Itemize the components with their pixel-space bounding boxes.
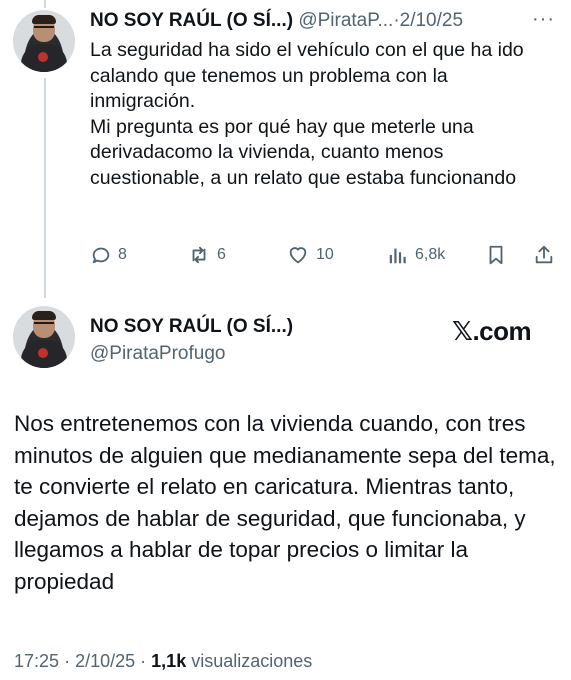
more-options-icon[interactable]: ··· — [532, 8, 555, 31]
tweet-paragraph: Mi pregunta es por qué hay que meterle u… — [90, 115, 517, 189]
author-handle[interactable]: @PirataProfugo — [90, 343, 225, 365]
views-count: 1,1k — [151, 651, 187, 671]
share-button[interactable] — [533, 244, 555, 266]
separator: · — [64, 651, 71, 671]
repost-button[interactable]: 6 — [187, 244, 226, 266]
author-name[interactable]: NO SOY RAÚL (O SÍ...) — [90, 316, 293, 338]
tweet-actions: 8 6 10 6,8k — [90, 244, 560, 272]
tweet-header: NO SOY RAÚL (O SÍ...) @PirataP...·2/10/2… — [90, 10, 463, 32]
avatar[interactable] — [13, 10, 75, 72]
views-count: 6,8k — [415, 246, 446, 263]
views-label: visualizaciones — [191, 651, 313, 671]
bookmark-icon — [489, 245, 503, 265]
repost-icon — [192, 246, 206, 264]
like-count: 10 — [316, 246, 334, 263]
share-icon — [535, 245, 553, 264]
separator: · — [140, 651, 147, 671]
author-name[interactable]: NO SOY RAÚL (O SÍ...) — [90, 10, 293, 31]
tweet-meta: 17:25 · 2/10/25 · 1,1k visualizaciones — [14, 651, 312, 672]
author-handle[interactable]: @PirataP... — [298, 10, 393, 31]
tweet-date[interactable]: 2/10/25 — [75, 651, 135, 671]
like-icon — [289, 247, 307, 264]
tweet-date[interactable]: 2/10/25 — [400, 10, 463, 31]
views-icon — [389, 248, 406, 264]
like-button[interactable]: 10 — [286, 244, 334, 266]
bookmark-button[interactable] — [485, 244, 507, 266]
tweet-time[interactable]: 17:25 — [14, 651, 59, 671]
tweet-text: Nos entretenemos con la vivienda cuando,… — [14, 411, 556, 594]
tweet-paragraph: La seguridad ha sido el vehículo con el … — [90, 39, 524, 112]
avatar[interactable] — [13, 306, 75, 368]
repost-count: 6 — [217, 246, 226, 263]
tweet-text: La seguridad ha sido el vehículo con el … — [90, 38, 555, 191]
views-button[interactable]: 6,8k — [387, 244, 445, 266]
reply-count: 8 — [118, 246, 127, 263]
x-logo: 𝕏.com — [452, 316, 532, 346]
reply-button[interactable]: 8 — [90, 244, 127, 266]
thread-line-connector — [44, 78, 46, 298]
thread-line-top — [44, 0, 46, 8]
reply-icon — [92, 247, 110, 264]
